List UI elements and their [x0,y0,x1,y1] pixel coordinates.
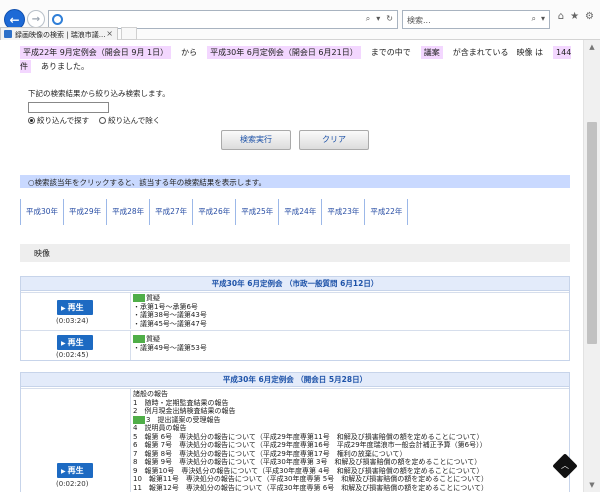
scroll-down-arrow-icon[interactable]: ▼ [584,478,600,492]
browser-search-placeholder: 検索... [407,16,431,25]
duration-text: (0:03:24) [56,317,89,325]
play-cell: 再生 (0:02:20) [21,389,131,492]
radio-include-dot[interactable] [28,117,35,124]
browser-chrome: ← → ⌕ ▾ ↻ 検索... ⌕ ▾ ⌂ ★ ⚙ 録画映像の検索 | 瑞浪市議… [0,0,600,41]
home-icon[interactable]: ⌂ [558,11,564,22]
tab-favicon-icon [4,30,12,38]
refresh-icon[interactable]: ↻ [386,14,393,24]
play-button[interactable]: 再生 [57,463,93,478]
search-dropdown-icon[interactable]: ▾ [541,14,545,24]
tab-title: 録画映像の検索 | 瑞浪市議... [15,31,106,39]
summary-mid: までの中で [370,48,411,57]
year-link-h27[interactable]: 平成27年 [149,199,192,225]
agenda-item: 諸般の報告 [133,390,168,398]
year-link-h29[interactable]: 平成29年 [63,199,106,225]
search-summary: 平成22年 9月定例会（開会日 9月 1日） から 平成30年 6月定例会（開会日 … [20,46,575,74]
summary-range-to: 平成30年 6月定例会（開会日 6月21日） [207,46,361,59]
vertical-scrollbar[interactable]: ▲ ▼ [583,40,600,492]
tab-strip: 録画映像の検索 | 瑞浪市議... × [0,27,600,41]
video-row: 再生 (0:03:24) 質疑 ・承第1号～承第6号 ・議第38号～議第43号 … [21,292,569,329]
year-link-h30[interactable]: 平成30年 [20,199,63,225]
summary-from-word: から [181,48,198,57]
clear-button[interactable]: クリア [299,130,369,150]
keyword-tag-icon [133,415,145,424]
search-magnifier-icon[interactable]: ⌕ [532,14,536,24]
agenda-item: 6 報第 7号 専決処分の報告について（平成29年度専第16号 平成29年度瑞浪… [133,441,487,449]
year-link-h25[interactable]: 平成25年 [235,199,278,225]
agenda-items: 質疑 ・承第1号～承第6号 ・議第38号～議第43号 ・議第45号～議第47号 [133,294,207,328]
page-viewport: 平成22年 9月定例会（開会日 9月 1日） から 平成30年 6月定例会（開会日 … [0,40,583,492]
radio-exclude-dot[interactable] [99,117,107,124]
agenda-item: 11 報第12号 専決処分の報告について（平成30年度専第 6号 和解及び損害賠… [133,483,488,492]
play-button[interactable]: 再生 [57,300,93,315]
tab-close-icon[interactable]: × [106,29,113,38]
refine-keyword-input[interactable] [28,102,109,113]
agenda-item: ・議第38号～議第43号 [133,311,207,319]
summary-range-from: 平成22年 9月定例会（開会日 9月 1日） [20,46,172,59]
agenda-item: ・承第1号～承第6号 [133,302,198,311]
video-row: 再生 (0:02:45) 質疑 ・議第49号～議第53号 [21,330,569,360]
play-button[interactable]: 再生 [57,335,93,350]
session-block: 平成30年 6月定例会 （開会日 5月28日） 再生 (0:02:20) 諸般の… [20,372,570,492]
agenda-item: 5 報第 6号 専決処分の報告について（平成29年度専第11号 和解及び損害賠償… [133,432,484,441]
year-link-h24[interactable]: 平成24年 [278,199,321,225]
agenda-item: 9 報第10号 専決処分の報告について（平成30年度専第 4号 和解及び損害賠償… [133,466,484,475]
year-link-h26[interactable]: 平成26年 [192,199,235,225]
play-cell: 再生 (0:03:24) [21,293,131,329]
agenda-items: 諸般の報告 1 随時・定期監査結果の報告 2 例月現金出納検査結果の報告 3 提… [133,390,488,492]
agenda-item: 2 例月現金出納検査結果の報告 [133,407,236,415]
agenda-item: 7 報第 8号 専決処分の報告について（平成29年度専第17号 権利の放棄につい… [133,449,407,458]
summary-contains: が含まれている 映像 は [452,48,544,57]
session-block: 平成30年 6月定例会 （市政一般質問 6月12日） 再生 (0:03:24) … [20,276,570,361]
agenda-item: 質疑 [146,294,160,302]
summary-tail: ありました。 [41,62,89,71]
agenda-item: 4 説明員の報告 [133,424,187,432]
refine-filter: 下記の検索結果から絞り込み検索します。 絞り込んで探す 絞り込んで除く [28,88,170,126]
agenda-items: 質疑 ・議第49号～議第53号 [133,335,207,352]
video-row: 再生 (0:02:20) 諸般の報告 1 随時・定期監査結果の報告 2 例月現金… [21,388,569,492]
session-title[interactable]: 平成30年 6月定例会 （市政一般質問 6月12日） [21,277,569,291]
year-link-h23[interactable]: 平成23年 [321,199,364,225]
agenda-item: 8 報第 9号 専決処分の報告について（平成30年度専第 3号 和解及び損害賠償… [133,458,482,466]
new-tab-button[interactable] [121,27,137,40]
keyword-tag-icon [133,294,145,302]
year-link-h22[interactable]: 平成22年 [364,199,409,225]
year-link-h28[interactable]: 平成28年 [106,199,149,225]
refine-label: 下記の検索結果から絞り込み検索します。 [28,89,170,98]
agenda-item: 10 報第11号 専決処分の報告について（平成30年度専第 5号 和解及び損害賠… [133,475,488,483]
forward-button[interactable]: → [27,10,45,28]
radio-exclude-label: 絞り込んで除く [108,116,161,125]
agenda-item: ・議第45号～議第47号 [133,319,207,328]
radio-include-label: 絞り込んで探す [37,116,90,125]
duration-text: (0:02:20) [56,480,89,488]
radio-exclude[interactable]: 絞り込んで除く [99,115,160,126]
tab-active[interactable]: 録画映像の検索 | 瑞浪市議... × [0,27,118,41]
search-execute-button[interactable]: 検索実行 [221,130,291,150]
agenda-item: 1 随時・定期監査結果の報告 [133,398,229,407]
session-title[interactable]: 平成30年 6月定例会 （開会日 5月28日） [21,373,569,387]
year-links: 平成30年 平成29年 平成28年 平成27年 平成26年 平成25年 平成24… [20,199,409,225]
duration-text: (0:02:45) [56,351,89,359]
video-section-header: 映像 [20,244,570,262]
back-to-top-chevron-icon[interactable]: ︿ [558,459,572,473]
agenda-item: 3 提出議案の受理報告 [146,415,221,424]
agenda-item: ・議第49号～議第53号 [133,343,207,352]
keyword-tag-icon [133,335,145,343]
summary-keyword: 議案 [420,46,443,59]
scroll-up-arrow-icon[interactable]: ▲ [584,40,600,54]
radio-include[interactable]: 絞り込んで探す [28,115,89,126]
favorites-star-icon[interactable]: ★ [570,11,579,22]
play-cell: 再生 (0:02:45) [21,331,131,360]
address-search-icon[interactable]: ⌕ [366,14,370,24]
agenda-item: 質疑 [146,335,160,343]
settings-gear-icon[interactable]: ⚙ [585,11,594,22]
year-hint-bar: ○検索該当年をクリックすると、該当する年の検索結果を表示します。 [20,175,570,188]
scroll-thumb[interactable] [587,122,597,344]
address-dropdown-icon[interactable]: ▾ [376,14,380,24]
ie-page-icon [52,14,63,25]
